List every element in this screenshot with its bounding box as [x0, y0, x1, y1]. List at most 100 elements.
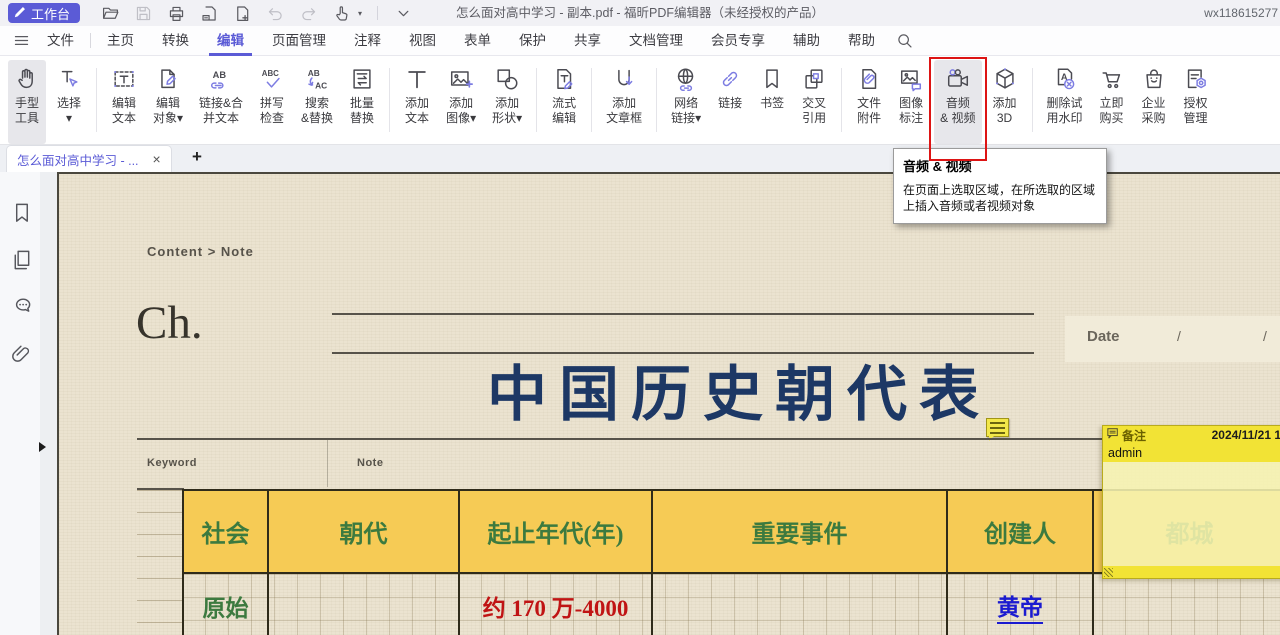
ribbon-tool-bookmark[interactable]: 书签: [753, 60, 791, 144]
open-folder-icon[interactable]: [100, 3, 120, 23]
svg-text:AB: AB: [308, 68, 320, 78]
sticky-note-author: admin: [1103, 444, 1280, 462]
menu-item-帮助[interactable]: 帮助: [834, 26, 889, 56]
ribbon-tool-label: 链接&合: [199, 96, 243, 111]
ribbon-group-divider: [1032, 68, 1033, 132]
menu-item-文档管理[interactable]: 文档管理: [615, 26, 697, 56]
ribbon-tool-file-attachment[interactable]: 文件附件: [850, 60, 888, 144]
table-link[interactable]: 黄帝: [997, 588, 1043, 624]
ribbon-tool-web-link[interactable]: 网络链接▾: [665, 60, 707, 144]
chapter-label: Ch.: [136, 296, 203, 350]
ribbon-tool-add-shape[interactable]: 添加形状▾: [486, 60, 528, 144]
ribbon-tool-search-replace[interactable]: ABAC搜索&替换: [295, 60, 339, 144]
ribbon-tool-flow-edit[interactable]: 流式编辑: [545, 60, 583, 144]
new-page-icon[interactable]: [232, 3, 252, 23]
resize-handle[interactable]: [1104, 568, 1113, 577]
menu-item-转换[interactable]: 转换: [148, 26, 203, 56]
ribbon-tool-label: 删除试: [1047, 96, 1083, 111]
ribbon-tool-label: 检查: [260, 111, 284, 126]
tooltip-body: 在页面上选取区域，在所选取的区域上插入音频或者视频对象: [903, 182, 1097, 214]
menu-item-视图[interactable]: 视图: [395, 26, 450, 56]
extract-page-icon[interactable]: [199, 3, 219, 23]
pages-icon[interactable]: [9, 247, 33, 271]
hamburger-icon[interactable]: [12, 31, 31, 50]
table-cell[interactable]: 黄帝: [946, 574, 1094, 635]
touch-mode-icon[interactable]: [331, 3, 351, 23]
table-cell: [267, 574, 460, 635]
menu-item-编辑[interactable]: 编辑: [203, 26, 258, 56]
ribbon-tool-label: 采购: [1142, 111, 1166, 126]
menu-item-页面管理[interactable]: 页面管理: [258, 26, 340, 56]
menu-item-共享[interactable]: 共享: [560, 26, 615, 56]
ribbon-tool-article-box[interactable]: 添加文章框: [600, 60, 648, 144]
attachments-icon[interactable]: [9, 341, 33, 365]
ribbon-tool-link[interactable]: 链接: [711, 60, 749, 144]
ribbon-tool-label: 网络: [674, 96, 698, 111]
ribbon-tool-cross-reference[interactable]: 交叉引用: [795, 60, 833, 144]
tab-close-icon[interactable]: ×: [153, 151, 161, 167]
table-header-cell: 朝代: [267, 489, 460, 574]
ribbon-tool-remove-trial-watermark[interactable]: A删除试用水印: [1041, 60, 1089, 144]
article-box-icon: [611, 63, 637, 95]
ribbon-tool-add-3d[interactable]: 添加3D: [986, 60, 1024, 144]
menu-item-辅助[interactable]: 辅助: [779, 26, 834, 56]
menubar: 文件主页转换编辑页面管理注释视图表单保护共享文档管理会员专享辅助帮助: [0, 26, 1280, 56]
menu-item-文件[interactable]: 文件: [33, 26, 88, 56]
sticky-note-body[interactable]: [1103, 462, 1280, 566]
ribbon-tool-link-merge-text[interactable]: AB链接&合并文本: [193, 60, 249, 144]
ribbon-tool-spell-check[interactable]: ABC拼写检查: [253, 60, 291, 144]
ribbon-tool-edit-object[interactable]: 编辑对象▾: [147, 60, 189, 144]
ribbon-tool-batch-replace[interactable]: 批量替换: [343, 60, 381, 144]
ribbon-tool-label: 选择: [57, 96, 81, 111]
app-window: 工作台 ▾ 怎么面对高中学习 - 副本.pdf - 福昕PDF编辑器（未经授权的…: [0, 0, 1280, 635]
buy-now-icon: [1099, 63, 1125, 95]
ribbon-tool-label: 图像▾: [446, 111, 476, 126]
menu-item-主页[interactable]: 主页: [93, 26, 148, 56]
table-cell-text: 约 170 万-4000: [483, 589, 629, 623]
ribbon-tool-add-text[interactable]: 添加文本: [398, 60, 436, 144]
add-text-icon: [404, 63, 430, 95]
comments-icon[interactable]: [9, 294, 33, 318]
ribbon-group-divider: [96, 68, 97, 132]
ribbon-tool-license-management[interactable]: 授权管理: [1177, 60, 1215, 144]
ribbon-toolbar: 手型工具选择▾编辑文本编辑对象▾AB链接&合并文本ABC拼写检查ABAC搜索&替…: [0, 56, 1280, 145]
table-cell: 约 170 万-4000: [458, 574, 653, 635]
menu-item-会员专享[interactable]: 会员专享: [697, 26, 779, 56]
ribbon-tool-add-image[interactable]: 添加图像▾: [440, 60, 482, 144]
document-tab[interactable]: 怎么面对高中学习 - ... ×: [6, 145, 172, 172]
edit-text-icon: [111, 63, 137, 95]
ribbon-tool-audio-video[interactable]: 音频& 视频: [934, 60, 981, 144]
spell-check-icon: ABC: [259, 63, 285, 95]
print-icon[interactable]: [166, 3, 186, 23]
ribbon-group-divider: [591, 68, 592, 132]
ribbon-tool-enterprise-purchase[interactable]: 企业采购: [1135, 60, 1173, 144]
ribbon-tool-select-cursor[interactable]: 选择▾: [50, 60, 88, 144]
new-tab-button[interactable]: +: [192, 147, 202, 167]
document-tab-label: 怎么面对高中学习 - ...: [17, 150, 139, 169]
svg-text:AB: AB: [213, 70, 227, 80]
panel-expand-handle[interactable]: [39, 442, 46, 452]
menu-item-注释[interactable]: 注释: [340, 26, 395, 56]
ribbon-tool-label: 用水印: [1047, 111, 1083, 126]
bookmarks-icon[interactable]: [9, 200, 33, 224]
menu-item-表单[interactable]: 表单: [450, 26, 505, 56]
ribbon-tool-image-annotation[interactable]: 图像标注: [892, 60, 930, 144]
ribbon-tool-label: 流式: [552, 96, 576, 111]
table-header-cell: 起止年代(年): [458, 489, 653, 574]
workspace-button[interactable]: 工作台: [8, 3, 80, 23]
ribbon-tool-label: 授权: [1184, 96, 1208, 111]
ribbon-tool-label: 添加: [495, 96, 519, 111]
date-slash: /: [1263, 328, 1267, 344]
ribbon-tool-buy-now[interactable]: 立即购买: [1093, 60, 1131, 144]
comment-annotation-icon[interactable]: [986, 418, 1009, 437]
sticky-note-header[interactable]: 备注 2024/11/21 1: [1103, 426, 1280, 444]
chevron-down-icon[interactable]: [393, 3, 413, 23]
svg-text:AC: AC: [315, 80, 327, 90]
ribbon-tool-label: 编辑: [156, 96, 180, 111]
sidebar-strip: [40, 172, 57, 635]
search-icon[interactable]: [895, 31, 914, 50]
menu-item-保护[interactable]: 保护: [505, 26, 560, 56]
ribbon-tool-hand-tool[interactable]: 手型工具: [8, 60, 46, 144]
ribbon-tool-label: 添加: [612, 96, 636, 111]
ribbon-tool-edit-text[interactable]: 编辑文本: [105, 60, 143, 144]
